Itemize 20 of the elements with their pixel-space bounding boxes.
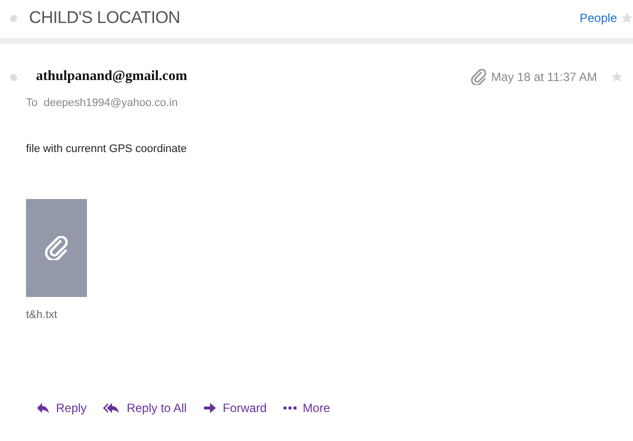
reply-all-icon xyxy=(102,402,121,414)
status-dot xyxy=(10,14,17,22)
forward-arrow-icon xyxy=(202,402,217,414)
email-subject: CHILD'S LOCATION xyxy=(29,8,180,28)
sender-address: athulpanand@gmail.com xyxy=(36,69,188,85)
reply-all-button[interactable]: Reply to All xyxy=(102,401,187,415)
attachment-thumbnail[interactable] xyxy=(26,199,87,297)
message-body: file with currennt GPS coordinate xyxy=(26,143,188,155)
reply-button[interactable]: Reply xyxy=(36,401,87,415)
star-icon[interactable] xyxy=(621,12,633,24)
star-icon[interactable] xyxy=(611,71,623,83)
forward-button[interactable]: Forward xyxy=(202,401,267,415)
to-label: To xyxy=(26,97,38,109)
attachment-name[interactable]: t&h.txt xyxy=(26,309,58,321)
message-date: May 18 at 11:37 AM xyxy=(491,70,597,84)
more-button[interactable]: More xyxy=(282,401,330,415)
status-dot xyxy=(10,74,17,80)
reply-icon xyxy=(36,402,50,414)
recipient-address: deepesh1994@yahoo.co.in xyxy=(44,97,178,109)
people-link[interactable]: People xyxy=(580,11,617,25)
